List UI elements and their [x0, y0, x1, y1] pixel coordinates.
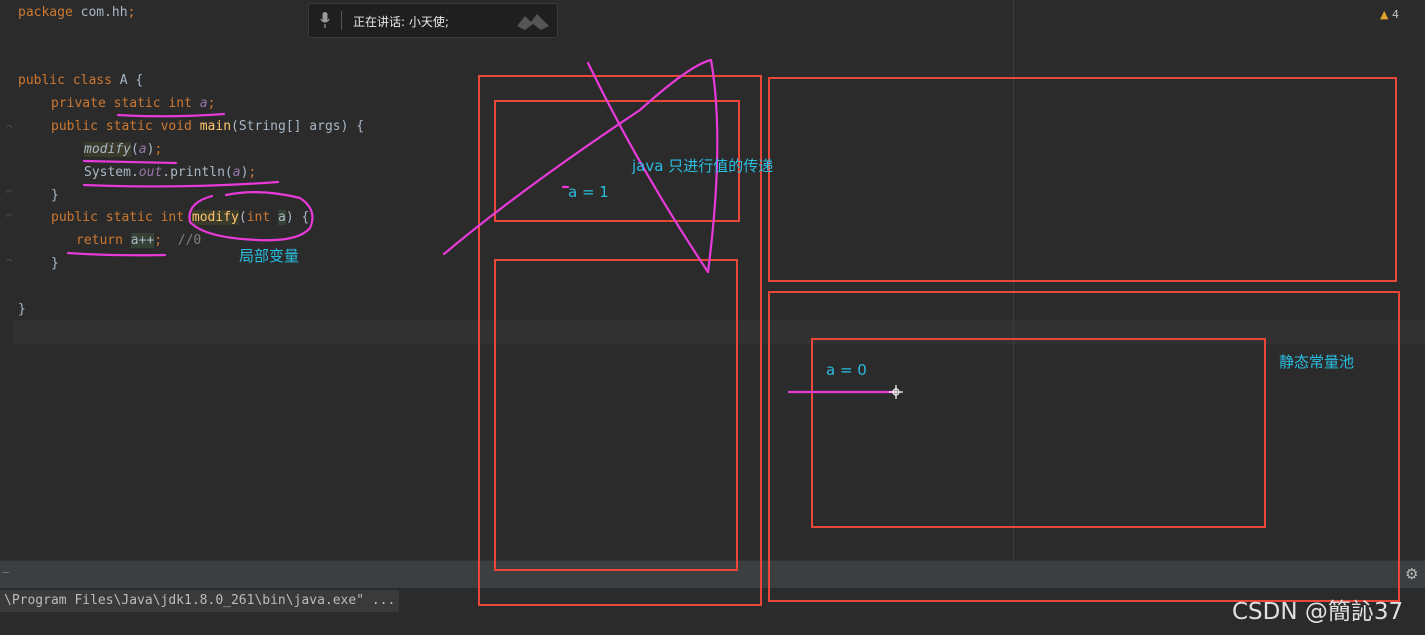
annotation-static-constant-pool: 静态常量池 [1279, 353, 1355, 371]
underline-println [82, 180, 280, 188]
underline-return [66, 251, 167, 257]
csdn-watermark: CSDN @簡訫37 [1232, 599, 1404, 625]
circle-modify-param [188, 191, 314, 242]
underline-field [116, 112, 226, 118]
main-frame-box [494, 259, 738, 571]
annotation-java-pass-by-value: java 只进行值的传递 [632, 157, 774, 175]
static-pool-box [811, 338, 1266, 528]
underline-modify-call [82, 159, 178, 165]
heap-box [768, 77, 1397, 282]
annotation-layer [66, 58, 1400, 606]
annotation-a-equals-0: a = 0 [826, 361, 867, 379]
annotation-local-variable: 局部变量 [239, 247, 300, 265]
move-cursor-icon [889, 385, 903, 399]
annotation-a-equals-1: a = 1 [568, 183, 609, 201]
